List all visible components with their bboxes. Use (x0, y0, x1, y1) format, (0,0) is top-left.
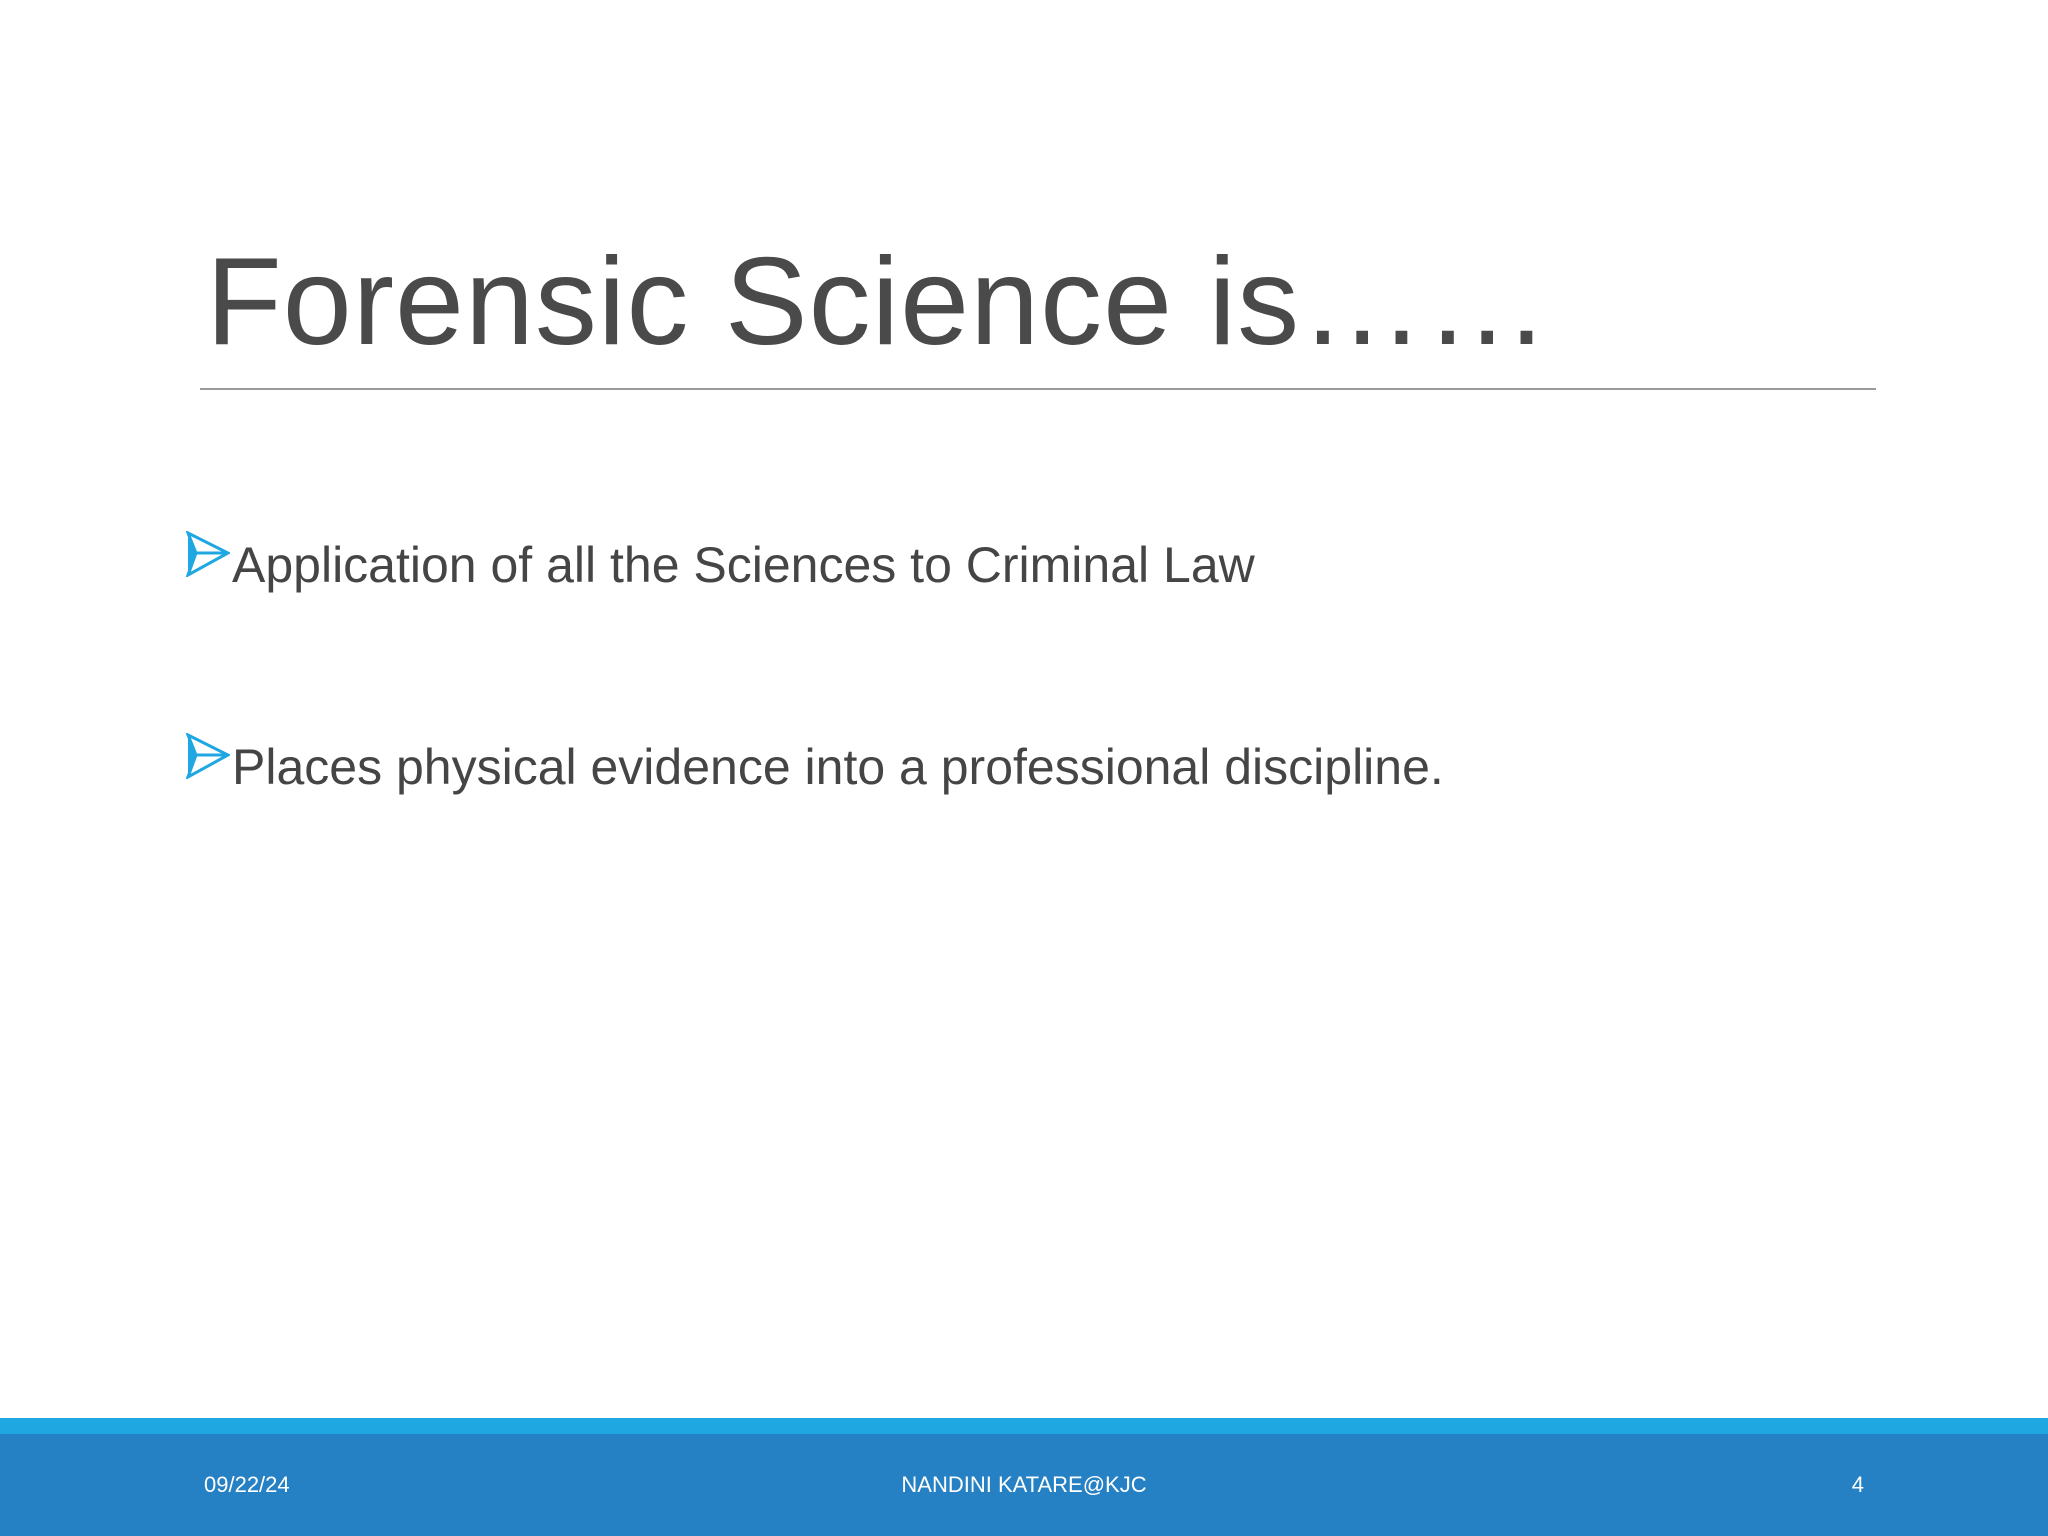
bullet-list: Application of all the Sciences to Crimi… (186, 520, 1444, 924)
footer-accent-stripe (0, 1418, 2048, 1434)
bullet-text: Application of all the Sciences to Crimi… (232, 537, 1255, 593)
slide-number: 4 (1851, 1472, 1864, 1497)
footer-author: NANDINI KATARE@KJC (901, 1472, 1147, 1497)
slide: Forensic Science is…… Application of all… (0, 0, 2048, 1536)
slide-title: Forensic Science is…… (206, 233, 1551, 371)
bullet-item: Places physical evidence into a professi… (186, 722, 1444, 812)
footer-bar: 09/22/24 NANDINI KATARE@KJC 4 (0, 1434, 2048, 1536)
arrow-bullet-icon (186, 531, 230, 577)
bullet-item: Application of all the Sciences to Crimi… (186, 520, 1444, 610)
bullet-text: Places physical evidence into a professi… (232, 739, 1444, 795)
arrow-bullet-icon (186, 733, 230, 779)
title-divider (200, 388, 1876, 390)
